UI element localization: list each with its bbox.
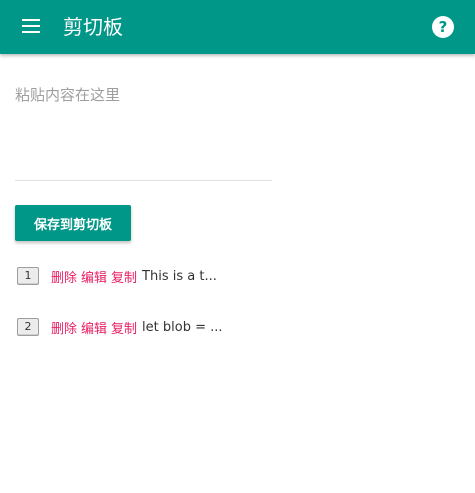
clipboard-input-container	[15, 78, 272, 184]
clip-preview: This is a t...	[142, 268, 217, 284]
delete-link[interactable]: 删除	[51, 267, 77, 286]
app-bar: 剪切板 ?	[0, 0, 475, 54]
copy-link[interactable]: 复制	[111, 267, 137, 286]
page-title: 剪切板	[63, 15, 123, 39]
menu-icon[interactable]	[22, 19, 40, 33]
list-item: 2 删除 编辑 复制 let blob = ...	[17, 315, 457, 339]
copy-link[interactable]: 复制	[111, 318, 137, 337]
edit-link[interactable]: 编辑	[81, 267, 107, 286]
clip-index-badge: 2	[17, 318, 39, 336]
clipboard-input[interactable]	[15, 78, 272, 184]
clip-index-badge: 1	[17, 267, 39, 285]
save-to-clipboard-button[interactable]: 保存到剪切板	[15, 205, 131, 241]
edit-link[interactable]: 编辑	[81, 318, 107, 337]
clip-list: 1 删除 编辑 复制 This is a t... 2 删除 编辑 复制 let…	[17, 264, 457, 366]
list-item: 1 删除 编辑 复制 This is a t...	[17, 264, 457, 288]
help-icon[interactable]: ?	[432, 16, 454, 38]
clip-preview: let blob = ...	[142, 319, 223, 335]
delete-link[interactable]: 删除	[51, 318, 77, 337]
